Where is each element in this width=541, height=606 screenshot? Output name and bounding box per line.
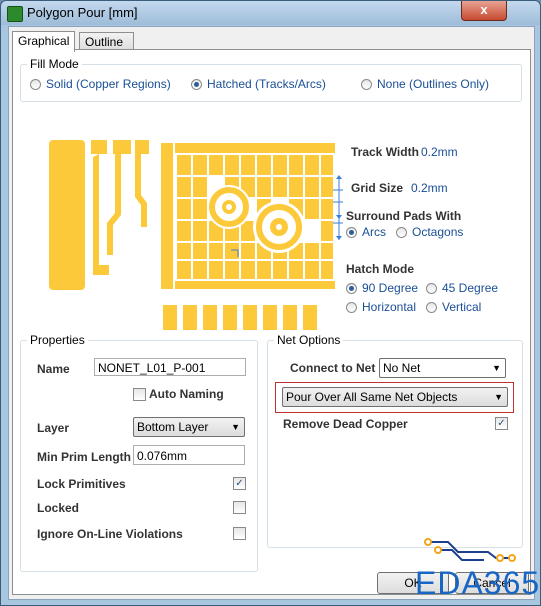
radio-dot bbox=[426, 301, 437, 313]
grid-size-value: 0.2mm bbox=[411, 181, 448, 195]
close-button[interactable]: x bbox=[461, 1, 507, 21]
net-options-title: Net Options bbox=[274, 333, 344, 347]
tab-graphical[interactable]: Graphical bbox=[12, 31, 76, 52]
min-prim-length-field[interactable]: 0.076mm bbox=[133, 445, 245, 465]
layer-select-value: Bottom Layer bbox=[137, 420, 209, 434]
window-title: Polygon Pour [mm] bbox=[27, 5, 138, 20]
lock-primitives-label: Lock Primitives bbox=[37, 477, 126, 491]
bottom-pad bbox=[263, 305, 277, 330]
dialog-client: Graphical Outline Vertices Fill Mode Sol… bbox=[8, 26, 535, 600]
check-icon: ✓ bbox=[497, 418, 506, 429]
connect-to-net-label: Connect to Net bbox=[290, 361, 376, 375]
radio-90-degree-label: 90 Degree bbox=[362, 281, 419, 295]
pour-region-left bbox=[49, 140, 85, 290]
radio-octagons[interactable]: Octagons bbox=[396, 225, 463, 239]
radio-vertical-label: Vertical bbox=[442, 300, 482, 314]
radio-solid-label: Solid (Copper Regions) bbox=[46, 77, 171, 91]
surround-pads-title: Surround Pads With bbox=[346, 209, 462, 223]
radio-arcs-label: Arcs bbox=[362, 225, 386, 239]
polygon-pour-dialog: Polygon Pour [mm] x Graphical Outline Ve… bbox=[0, 0, 541, 606]
check-icon: ✓ bbox=[235, 478, 244, 489]
radio-octagons-label: Octagons bbox=[412, 225, 464, 239]
radio-hatched-label: Hatched (Tracks/Arcs) bbox=[207, 77, 326, 91]
locked-checkbox[interactable] bbox=[233, 501, 246, 514]
pad-small bbox=[113, 140, 131, 154]
remove-dead-copper-label: Remove Dead Copper bbox=[283, 417, 408, 431]
bottom-pad bbox=[203, 305, 217, 330]
radio-hatched[interactable]: Hatched (Tracks/Arcs) bbox=[191, 77, 326, 91]
layer-label: Layer bbox=[37, 421, 70, 435]
track-width-value: 0.2mm bbox=[421, 145, 458, 159]
auto-naming-label: Auto Naming bbox=[149, 387, 224, 401]
bottom-pad bbox=[283, 305, 297, 330]
ignore-violations-label: Ignore On-Line Violations bbox=[37, 527, 183, 541]
chevron-down-icon: ▼ bbox=[231, 422, 240, 432]
name-field[interactable]: NONET_L01_P-001 bbox=[94, 358, 246, 376]
hatch-mode-title: Hatch Mode bbox=[346, 262, 415, 276]
lock-primitives-checkbox[interactable]: ✓ bbox=[233, 477, 246, 490]
connect-to-net-select[interactable]: No Net ▼ bbox=[379, 358, 506, 378]
ignore-violations-checkbox[interactable] bbox=[233, 527, 246, 540]
radio-vertical[interactable]: Vertical bbox=[426, 300, 481, 314]
eda365-watermark: EDA365 bbox=[415, 565, 541, 601]
fill-mode-group: Fill Mode Solid (Copper Regions) Hatched… bbox=[20, 57, 522, 102]
radio-90-degree[interactable]: 90 Degree bbox=[346, 281, 418, 295]
title-bar[interactable]: Polygon Pour [mm] x bbox=[1, 1, 540, 25]
radio-none[interactable]: None (Outlines Only) bbox=[361, 77, 489, 91]
radio-dot bbox=[396, 226, 407, 238]
graphical-panel: Fill Mode Solid (Copper Regions) Hatched… bbox=[12, 49, 531, 595]
pour-over-value: Pour Over All Same Net Objects bbox=[286, 390, 458, 404]
bottom-pad bbox=[303, 305, 317, 330]
trace bbox=[107, 154, 121, 255]
properties-group: Properties Name NONET_L01_P-001 Auto Nam… bbox=[20, 333, 258, 572]
radio-dot bbox=[361, 78, 372, 90]
radio-dot bbox=[191, 78, 202, 90]
radio-dot bbox=[426, 282, 437, 294]
pad-small bbox=[91, 140, 107, 154]
bottom-pad bbox=[243, 305, 257, 330]
radio-arcs[interactable]: Arcs bbox=[346, 225, 386, 239]
chevron-down-icon: ▼ bbox=[494, 392, 503, 402]
layer-select[interactable]: Bottom Layer ▼ bbox=[133, 417, 245, 437]
radio-none-label: None (Outlines Only) bbox=[377, 77, 490, 91]
net-options-group: Net Options Connect to Net No Net ▼ Pour… bbox=[267, 333, 523, 548]
radio-dot bbox=[346, 301, 357, 313]
radio-dot bbox=[346, 226, 357, 238]
radio-horizontal[interactable]: Horizontal bbox=[346, 300, 416, 314]
radio-45-degree[interactable]: 45 Degree bbox=[426, 281, 498, 295]
auto-naming-checkbox[interactable] bbox=[133, 388, 146, 401]
hatch-preview-diagram bbox=[49, 140, 343, 330]
trace bbox=[135, 154, 147, 227]
fill-mode-title: Fill Mode bbox=[27, 57, 82, 71]
radio-dot bbox=[30, 78, 41, 90]
properties-title: Properties bbox=[27, 333, 88, 347]
radio-horizontal-label: Horizontal bbox=[362, 300, 417, 314]
radio-dot bbox=[346, 282, 357, 294]
remove-dead-copper-checkbox[interactable]: ✓ bbox=[495, 417, 508, 430]
pad-small bbox=[135, 140, 149, 154]
bottom-pad bbox=[223, 305, 237, 330]
locked-label: Locked bbox=[37, 501, 80, 515]
connect-to-net-value: No Net bbox=[383, 361, 421, 375]
radio-solid[interactable]: Solid (Copper Regions) bbox=[30, 77, 171, 91]
bottom-pad bbox=[163, 305, 177, 330]
min-prim-length-label: Min Prim Length bbox=[37, 450, 131, 464]
pour-over-select[interactable]: Pour Over All Same Net Objects ▼ bbox=[282, 387, 508, 407]
track-width-label: Track Width bbox=[351, 145, 419, 159]
circuit-logo-icon bbox=[424, 538, 516, 562]
app-icon bbox=[7, 6, 23, 22]
bottom-pad bbox=[183, 305, 197, 330]
grid-size-label: Grid Size bbox=[351, 181, 404, 195]
trace bbox=[93, 154, 109, 275]
name-label: Name bbox=[37, 362, 70, 376]
radio-45-degree-label: 45 Degree bbox=[442, 281, 499, 295]
chevron-down-icon: ▼ bbox=[492, 363, 501, 373]
